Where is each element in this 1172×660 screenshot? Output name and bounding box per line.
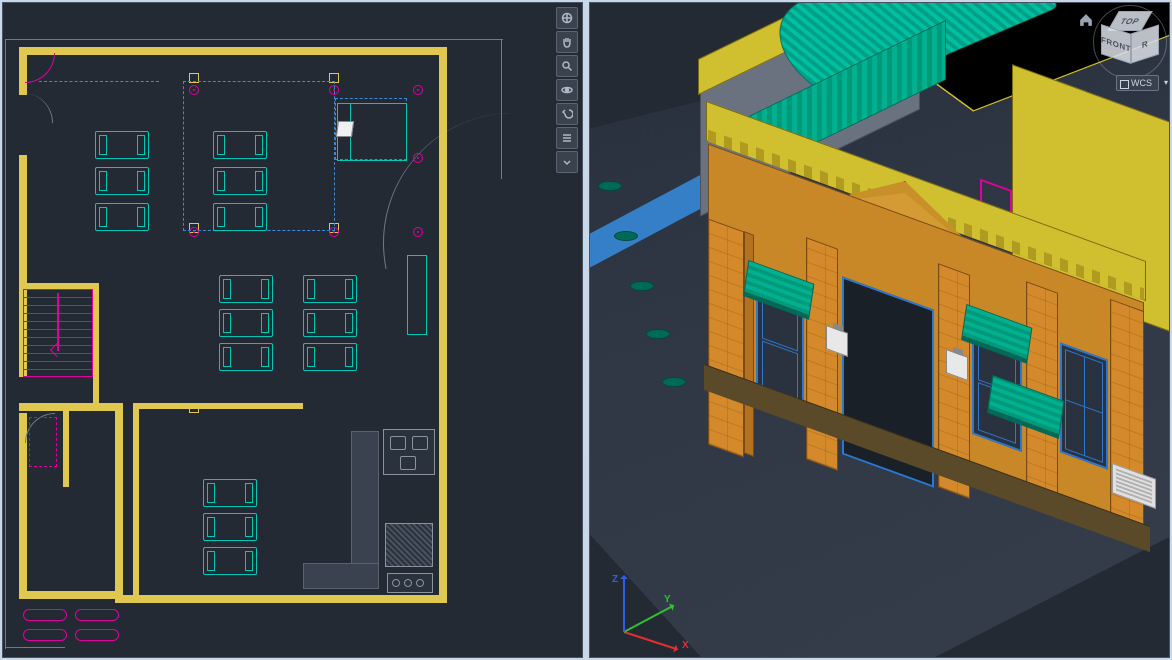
- axis-y: [624, 605, 674, 633]
- ceiling-line: [39, 81, 159, 82]
- sink: [383, 429, 435, 475]
- viewport-2d-plan[interactable]: [2, 2, 583, 658]
- light-node: [329, 227, 339, 237]
- light-node: [189, 85, 199, 95]
- axis-y-label: Y: [664, 594, 671, 605]
- nav-zoom-button[interactable]: [556, 55, 578, 77]
- window-east-1: [439, 93, 447, 163]
- window-east-3: [439, 313, 447, 383]
- sofa: [203, 513, 257, 541]
- viewport-3d-model[interactable]: 1982 .col3d{background-image:repeating-l…: [589, 2, 1170, 658]
- axis-z: [623, 577, 625, 632]
- sofa: [219, 275, 273, 303]
- sofa: [213, 167, 267, 195]
- marker-icon: [336, 121, 354, 137]
- door-arc: [2, 93, 53, 153]
- ext-line: [5, 647, 65, 648]
- light-node: [413, 227, 423, 237]
- appliance: [385, 523, 433, 567]
- wall-north: [19, 47, 447, 55]
- building-3d: 1982 .col3d{background-image:repeating-l…: [650, 33, 1170, 553]
- light-node: [413, 85, 423, 95]
- wall: [63, 407, 69, 487]
- nav-settings-button[interactable]: [556, 127, 578, 149]
- wall-int: [133, 403, 139, 595]
- planter: [23, 609, 67, 621]
- wall: [19, 403, 123, 411]
- wall-int: [133, 403, 303, 409]
- nav-rewind-button[interactable]: [556, 103, 578, 125]
- window-3d: [1060, 342, 1108, 469]
- nav-full-button[interactable]: [556, 7, 578, 29]
- counter: [407, 255, 427, 335]
- pilaster: [708, 218, 744, 457]
- nav-more-button[interactable]: [556, 151, 578, 173]
- sofa: [95, 167, 149, 195]
- sofa: [213, 131, 267, 159]
- wall: [19, 591, 123, 599]
- sofa: [203, 479, 257, 507]
- axis-x-label: X: [682, 640, 689, 651]
- sofa: [303, 343, 357, 371]
- viewcube[interactable]: TOP FRONT R: [1099, 11, 1161, 73]
- light-node: [413, 153, 423, 163]
- floor-plan-drawing: [3, 3, 582, 657]
- column: [189, 403, 199, 413]
- sofa: [219, 343, 273, 371]
- cooktop: [387, 573, 433, 593]
- counter: [303, 563, 379, 589]
- stairs: [23, 289, 93, 377]
- counter-run: [351, 431, 379, 577]
- ext-line: [5, 39, 503, 40]
- sofa: [303, 275, 357, 303]
- sofa: [203, 547, 257, 575]
- window-east-2: [439, 203, 447, 273]
- nav-toolbar: [556, 7, 578, 173]
- bollard: [614, 231, 638, 241]
- door-arc: [25, 53, 55, 83]
- nav-orbit-button[interactable]: [556, 79, 578, 101]
- planter: [75, 609, 119, 621]
- wcs-dropdown[interactable]: WCS: [1116, 75, 1159, 91]
- sofa: [213, 203, 267, 231]
- ucs-icon: X Y Z: [624, 543, 714, 633]
- wall: [115, 407, 123, 599]
- planter: [75, 629, 119, 641]
- light-node: [329, 85, 339, 95]
- sofa: [95, 203, 149, 231]
- viewcube-home-button[interactable]: [1079, 13, 1093, 27]
- door-panel: [29, 417, 57, 467]
- wall-int: [93, 283, 99, 403]
- sofa: [303, 309, 357, 337]
- planter: [23, 629, 67, 641]
- bollard: [598, 181, 622, 191]
- sofa: [95, 131, 149, 159]
- nav-pan-button[interactable]: [556, 31, 578, 53]
- axis-z-label: Z: [612, 574, 618, 585]
- light-node: [189, 227, 199, 237]
- wall-south: [115, 595, 443, 603]
- sofa: [219, 309, 273, 337]
- ext-line: [5, 39, 6, 649]
